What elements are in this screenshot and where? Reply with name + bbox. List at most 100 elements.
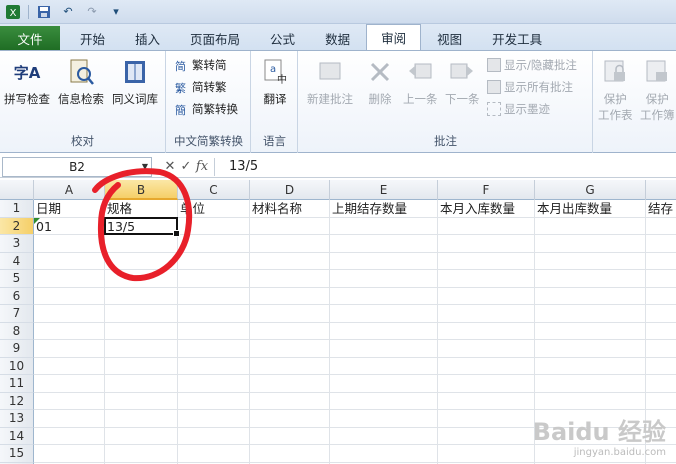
cell-G2[interactable] bbox=[535, 217, 646, 235]
cell-H1[interactable]: 结存 bbox=[646, 200, 676, 218]
row-header[interactable]: 7 bbox=[0, 305, 34, 323]
cell-C7[interactable] bbox=[178, 305, 250, 323]
row-header[interactable]: 14 bbox=[0, 427, 34, 445]
cell-A13[interactable] bbox=[34, 410, 105, 428]
cell-B12[interactable] bbox=[105, 392, 178, 410]
cell-E13[interactable] bbox=[330, 410, 438, 428]
column-header[interactable]: A bbox=[34, 180, 105, 200]
cell-E7[interactable] bbox=[330, 305, 438, 323]
cell-C1[interactable]: 单位 bbox=[178, 200, 250, 218]
cell-A9[interactable] bbox=[34, 340, 105, 358]
cell-C2[interactable] bbox=[178, 217, 250, 235]
cell-G1[interactable]: 本月出库数量 bbox=[535, 200, 646, 218]
cell-A3[interactable] bbox=[34, 235, 105, 253]
protect-workbook-button[interactable]: 保护 工作簿 bbox=[640, 57, 675, 123]
cell-E4[interactable] bbox=[330, 252, 438, 270]
cell-A1[interactable]: 日期 bbox=[34, 200, 105, 218]
cell-B11[interactable] bbox=[105, 375, 178, 393]
cell-F11[interactable] bbox=[438, 375, 535, 393]
cell-H11[interactable] bbox=[646, 375, 676, 393]
cell-D8[interactable] bbox=[250, 322, 330, 340]
cell-H6[interactable] bbox=[646, 288, 676, 305]
cell-G7[interactable] bbox=[535, 305, 646, 323]
delete-comment-button[interactable]: 删除 bbox=[365, 57, 395, 107]
cell-E3[interactable] bbox=[330, 235, 438, 253]
cell-E10[interactable] bbox=[330, 357, 438, 375]
row-header[interactable]: 8 bbox=[0, 322, 34, 340]
cell-B4[interactable] bbox=[105, 252, 178, 270]
cell-G12[interactable] bbox=[535, 392, 646, 410]
cell-A7[interactable] bbox=[34, 305, 105, 323]
cell-C8[interactable] bbox=[178, 322, 250, 340]
save-icon[interactable] bbox=[35, 3, 53, 21]
cell-B3[interactable] bbox=[105, 235, 178, 253]
cell-E2[interactable] bbox=[330, 217, 438, 235]
row-header[interactable]: 12 bbox=[0, 392, 34, 410]
row-header[interactable]: 15 bbox=[0, 445, 34, 463]
cell-B1[interactable]: 规格 bbox=[105, 200, 178, 218]
cell-C15[interactable] bbox=[178, 445, 250, 463]
cell-C6[interactable] bbox=[178, 287, 250, 305]
cell-G3[interactable] bbox=[535, 235, 646, 253]
cell-A11[interactable] bbox=[34, 375, 105, 393]
cell-B15[interactable] bbox=[105, 445, 178, 463]
convert-button[interactable]: 簡 简繁转换 bbox=[175, 101, 238, 117]
row-header[interactable]: 10 bbox=[0, 357, 34, 375]
formula-input[interactable]: 13/5 bbox=[219, 159, 258, 174]
column-header[interactable]: F bbox=[438, 180, 535, 200]
cell-E11[interactable] bbox=[330, 375, 438, 393]
cell-D14[interactable] bbox=[250, 427, 330, 445]
cell-E12[interactable] bbox=[330, 392, 438, 410]
translate-button[interactable]: a中 翻译 bbox=[260, 57, 290, 107]
cell-E1[interactable]: 上期结存数量 bbox=[330, 200, 438, 218]
insert-function-icon[interactable]: fx bbox=[194, 159, 210, 174]
cell-D4[interactable] bbox=[250, 252, 330, 270]
cell-A15[interactable] bbox=[34, 445, 105, 463]
cell-F6[interactable] bbox=[438, 287, 535, 305]
cell-E14[interactable] bbox=[330, 427, 438, 445]
cell-H12[interactable] bbox=[646, 393, 676, 410]
cell-A6[interactable] bbox=[34, 287, 105, 305]
cell-E5[interactable] bbox=[330, 270, 438, 288]
cell-F3[interactable] bbox=[438, 235, 535, 253]
cell-A14[interactable] bbox=[34, 427, 105, 445]
row-header[interactable]: 11 bbox=[0, 375, 34, 393]
cell-D9[interactable] bbox=[250, 340, 330, 358]
column-header[interactable] bbox=[646, 180, 676, 200]
cell-H7[interactable] bbox=[646, 305, 676, 323]
enter-icon[interactable]: ✓ bbox=[178, 159, 194, 174]
cell-B9[interactable] bbox=[105, 340, 178, 358]
cell-C4[interactable] bbox=[178, 252, 250, 270]
name-box[interactable]: B2 ▼ bbox=[2, 156, 152, 177]
tab-home[interactable]: 开始 bbox=[66, 26, 119, 50]
cell-B6[interactable] bbox=[105, 287, 178, 305]
tab-page-layout[interactable]: 页面布局 bbox=[176, 26, 254, 50]
row-header[interactable]: 4 bbox=[0, 252, 34, 270]
cell-G8[interactable] bbox=[535, 322, 646, 340]
cell-D7[interactable] bbox=[250, 305, 330, 323]
cell-A10[interactable] bbox=[34, 357, 105, 375]
column-header[interactable]: G bbox=[535, 180, 646, 200]
undo-icon[interactable]: ↶ bbox=[59, 3, 77, 21]
cell-E6[interactable] bbox=[330, 287, 438, 305]
row-header[interactable]: 6 bbox=[0, 287, 34, 305]
column-header[interactable]: D bbox=[250, 180, 330, 200]
cell-H2[interactable] bbox=[646, 218, 676, 235]
research-button[interactable]: 信息检索 bbox=[58, 57, 104, 107]
cell-C3[interactable] bbox=[178, 235, 250, 253]
column-header[interactable]: E bbox=[330, 180, 438, 200]
cell-C13[interactable] bbox=[178, 410, 250, 428]
cell-B8[interactable] bbox=[105, 322, 178, 340]
cell-C14[interactable] bbox=[178, 427, 250, 445]
cell-G10[interactable] bbox=[535, 357, 646, 375]
cell-B10[interactable] bbox=[105, 357, 178, 375]
cell-A8[interactable] bbox=[34, 322, 105, 340]
cell-D10[interactable] bbox=[250, 357, 330, 375]
cell-A12[interactable] bbox=[34, 392, 105, 410]
cell-B5[interactable] bbox=[105, 270, 178, 288]
tab-developer[interactable]: 开发工具 bbox=[478, 26, 556, 50]
chevron-down-icon[interactable]: ▼ bbox=[142, 162, 148, 171]
protect-sheet-button[interactable]: 保护 工作表 bbox=[598, 57, 633, 123]
row-header[interactable]: 2 bbox=[0, 217, 34, 235]
new-comment-button[interactable]: 新建批注 bbox=[307, 57, 353, 107]
